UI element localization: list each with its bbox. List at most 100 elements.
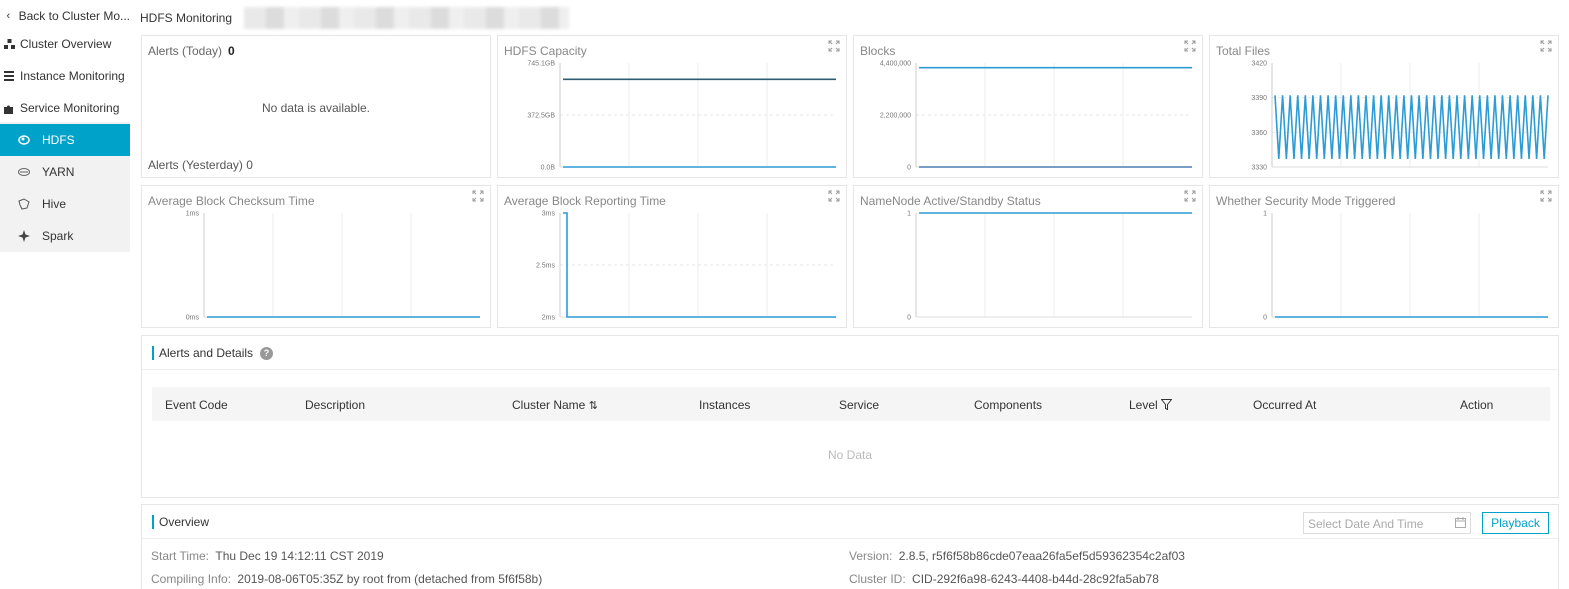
namenode-status-card: NameNode Active/Standby Status 1 0 — [853, 185, 1203, 328]
sidebar-item-label: YARN — [42, 165, 75, 179]
alerts-table-header: Event Code Description Cluster Name ⇅ In… — [152, 387, 1550, 421]
alerts-yesterday: Alerts (Yesterday) 0 — [148, 158, 253, 172]
sidebar-item-label: Cluster Overview — [20, 37, 112, 51]
y-tick-label: 3330 — [1251, 165, 1267, 172]
sidebar-item-cluster-overview[interactable]: Cluster Overview — [0, 28, 130, 60]
sidebar-item-service-monitoring[interactable]: Service Monitoring — [0, 92, 130, 124]
puzzle-icon — [0, 103, 18, 114]
y-tick-label: 0 — [907, 165, 911, 172]
alerts-details-panel: Alerts and Details ? Event Code Descript… — [141, 335, 1559, 498]
alerts-today: Alerts (Today) 0 — [148, 44, 235, 58]
date-time-picker[interactable]: Select Date And Time — [1303, 512, 1471, 534]
sidebar-item-label: Hive — [42, 197, 67, 211]
y-tick-label: 2,200,000 — [880, 113, 911, 120]
start-time-value: Thu Dec 19 14:12:11 CST 2019 — [215, 549, 384, 563]
alerts-today-label: Alerts (Today) — [148, 44, 223, 58]
y-tick-label: 745.1GB — [527, 61, 555, 68]
y-tick-label: 1ms — [186, 211, 200, 218]
sidebar: ‹ Back to Cluster Mo... Cluster Overview… — [0, 0, 130, 589]
sidebar-item-instance-monitoring[interactable]: Instance Monitoring — [0, 60, 130, 92]
column-event-code: Event Code — [165, 398, 228, 412]
section-marker — [152, 346, 154, 360]
column-occurred-at: Occurred At — [1253, 398, 1317, 412]
section-marker — [152, 515, 154, 529]
list-icon — [0, 71, 18, 81]
cluster-id-label: Cluster ID: — [849, 572, 906, 586]
chart-plot: 10 — [907, 211, 1192, 322]
spark-icon — [14, 230, 34, 242]
table-empty-message: No Data — [827, 448, 873, 462]
page-title: HDFS Monitoring — [140, 11, 233, 25]
column-cluster-name-label: Cluster Name — [512, 398, 586, 412]
chart-plot: 3ms 2.5ms 2ms — [536, 211, 836, 322]
cluster-id-row: Cluster ID: CID-292f6a98-6243-4408-b44d-… — [849, 572, 1159, 586]
series-line — [1274, 95, 1549, 159]
sidebar-item-label: Spark — [42, 229, 74, 243]
y-tick-label: 3ms — [542, 211, 556, 218]
y-tick-label: 3390 — [1251, 95, 1267, 102]
column-level[interactable]: Level — [1129, 398, 1173, 412]
column-instances: Instances — [699, 398, 751, 412]
cluster-selector-redacted[interactable] — [244, 7, 570, 29]
column-action: Action — [1460, 398, 1494, 412]
y-tick-label: 4,400,000 — [880, 61, 911, 68]
avg-block-checksum-card: Average Block Checksum Time 1ms 0ms — [141, 185, 491, 328]
compiling-info-label: Compiling Info: — [151, 572, 232, 586]
alerts-yesterday-label: Alerts (Yesterday) — [148, 158, 243, 172]
hdfs-capacity-card: HDFS Capacity 745.1GB 372.5GB 0.0B — [497, 35, 847, 178]
hdfs-icon — [14, 134, 34, 146]
security-mode-card: Whether Security Mode Triggered 1 0 — [1209, 185, 1559, 328]
blocks-card: Blocks 4,400,000 2,200,000 0 — [853, 35, 1203, 178]
version-row: Version: 2.8.5, r5f6f58b86cde07eaa26fa5e… — [849, 549, 1185, 563]
y-tick-label: 0.0B — [541, 165, 556, 172]
sidebar-item-hdfs[interactable]: HDFS — [0, 124, 130, 156]
hierarchy-icon — [0, 38, 18, 50]
sidebar-item-hive[interactable]: Hive — [0, 188, 130, 220]
filter-icon[interactable] — [1160, 399, 1173, 411]
y-tick-label: 0 — [1263, 315, 1267, 322]
chart-plot: 10 — [1263, 211, 1548, 322]
alerts-details-title: Alerts and Details — [159, 346, 254, 360]
avg-block-reporting-card: Average Block Reporting Time 3ms 2.5ms 2ms — [497, 185, 847, 328]
sidebar-item-label: HDFS — [42, 133, 75, 147]
y-tick-label: 3420 — [1251, 61, 1267, 68]
yarn-icon — [14, 167, 34, 177]
column-cluster-name[interactable]: Cluster Name ⇅ — [512, 398, 598, 412]
overview-header: Overview — [152, 515, 209, 529]
y-tick-label: 2.5ms — [536, 263, 556, 270]
sort-icon[interactable]: ⇅ — [589, 400, 598, 412]
y-tick-label: 3360 — [1251, 130, 1267, 137]
sidebar-item-label: Service Monitoring — [20, 101, 120, 115]
version-value: 2.8.5, r5f6f58b86cde07eaa26fa5ef5d593623… — [898, 549, 1185, 563]
chart-plot: 745.1GB 372.5GB 0.0B — [527, 61, 836, 172]
page-header: HDFS Monitoring — [140, 6, 570, 30]
hive-icon — [14, 198, 34, 210]
start-time-label: Start Time: — [151, 549, 210, 563]
help-icon[interactable]: ? — [260, 346, 274, 360]
alerts-details-header: Alerts and Details ? — [152, 346, 274, 360]
alerts-today-value: 0 — [228, 44, 235, 58]
compiling-info-value: 2019-08-06T05:35Z by root from (detached… — [237, 572, 543, 586]
y-tick-label: 2ms — [542, 315, 556, 322]
alerts-yesterday-value: 0 — [246, 158, 253, 172]
column-components: Components — [974, 398, 1043, 412]
y-tick-label: 1 — [907, 211, 911, 218]
cluster-id-value: CID-292f6a98-6243-4408-b44d-28c92fa5ab78 — [912, 572, 1159, 586]
y-tick-label: 0ms — [186, 315, 200, 322]
sidebar-item-spark[interactable]: Spark — [0, 220, 130, 252]
column-description: Description — [305, 398, 366, 412]
date-picker-placeholder: Select Date And Time — [1308, 517, 1424, 531]
overview-panel: Overview Select Date And Time Playback S… — [141, 504, 1559, 589]
chart-plot: 1ms 0ms — [186, 211, 480, 322]
y-tick-label: 1 — [1263, 211, 1267, 218]
y-tick-label: 372.5GB — [527, 113, 555, 120]
y-tick-label: 0 — [907, 315, 911, 322]
sidebar-item-yarn[interactable]: YARN — [0, 156, 130, 188]
calendar-icon[interactable] — [1455, 517, 1466, 531]
hdfs-monitoring-app: ‹ Back to Cluster Mo... Cluster Overview… — [0, 0, 1569, 589]
no-data-message: No data is available. — [261, 101, 371, 115]
chart-plot: 3420 3390 3360 3330 — [1251, 61, 1549, 172]
playback-button[interactable]: Playback — [1482, 512, 1549, 534]
sidebar-item-label: Instance Monitoring — [20, 69, 125, 83]
chevron-left-icon: ‹ — [6, 10, 11, 22]
